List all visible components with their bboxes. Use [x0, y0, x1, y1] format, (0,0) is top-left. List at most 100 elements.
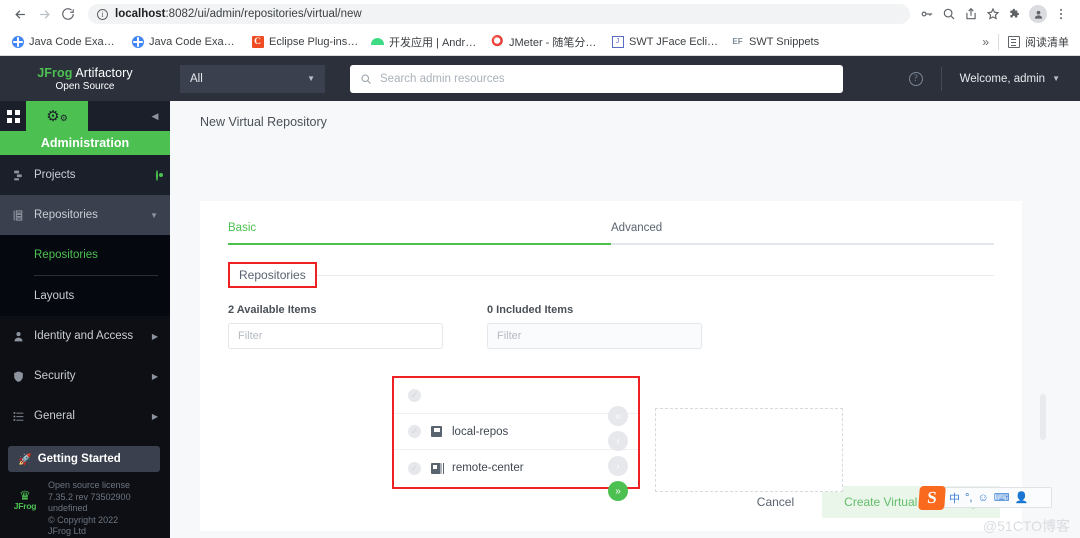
- sidebar-item-repositories[interactable]: Repositories ▼: [0, 195, 170, 235]
- ime-punctuation-button[interactable]: °,: [965, 492, 972, 504]
- chevron-right-icon: ▶: [151, 331, 158, 341]
- reload-icon[interactable]: [56, 2, 80, 26]
- extensions-puzzle-icon[interactable]: [1004, 3, 1026, 25]
- android-favicon: [371, 35, 384, 48]
- site-info-icon[interactable]: i: [97, 8, 108, 20]
- sidebar-subitem-repositories[interactable]: Repositories: [0, 235, 170, 275]
- chevron-right-icon: ▶: [151, 371, 158, 381]
- sidebar-subitem-layouts[interactable]: Layouts: [0, 276, 170, 316]
- admin-search-input[interactable]: Search admin resources: [350, 64, 843, 93]
- jfrog-logo-icon: ♛ JFrog: [13, 488, 37, 511]
- search-placeholder: Search admin resources: [380, 72, 505, 85]
- forward-arrow-icon[interactable]: [32, 2, 56, 26]
- available-filter-input[interactable]: Filter: [228, 323, 443, 349]
- divider: [998, 33, 999, 50]
- transfer-buttons: « ‹ › »: [608, 406, 628, 501]
- sidebar-item-label: Identity and Access: [34, 330, 134, 342]
- collapse-left-icon[interactable]: ◀: [140, 101, 170, 131]
- sidebar-item-label: Projects: [34, 169, 76, 181]
- zoom-search-icon[interactable]: [938, 3, 960, 25]
- key-icon[interactable]: [916, 3, 938, 25]
- list-item[interactable]: ✓ local-repos: [394, 414, 638, 450]
- profile-avatar-icon[interactable]: [1029, 5, 1047, 23]
- search-icon: [360, 73, 372, 85]
- chevron-down-icon: ▼: [1052, 74, 1060, 83]
- app-topbar: All ▼ Search admin resources ? Welcome, …: [170, 56, 1080, 101]
- user-icon: [12, 330, 34, 343]
- sidebar-item-identity-and-access[interactable]: Identity and Access ▶: [0, 316, 170, 356]
- move-all-left-button[interactable]: «: [608, 406, 628, 426]
- list-item[interactable]: ✓ remote-center: [394, 450, 638, 486]
- move-right-button[interactable]: ›: [608, 456, 628, 476]
- checkbox-circle-icon[interactable]: ✓: [408, 425, 421, 438]
- brand-title: JFrog Artifactory: [37, 65, 133, 80]
- swt-favicon: J: [611, 35, 624, 48]
- checkbox-circle-icon[interactable]: ✓: [408, 389, 421, 402]
- bookmark-star-icon[interactable]: [982, 3, 1004, 25]
- sidebar-item-general[interactable]: General ▶: [0, 396, 170, 436]
- sidebar: JFrog Artifactory Open Source ⚙⚙ ◀ Admin…: [0, 56, 170, 538]
- user-menu[interactable]: Welcome, admin ▼: [960, 73, 1060, 85]
- tab-administration[interactable]: ⚙⚙: [26, 101, 88, 131]
- gear-icon: ⚙⚙: [46, 107, 68, 125]
- tab-basic[interactable]: Basic: [228, 222, 611, 245]
- rocket-icon: 🚀: [18, 453, 32, 466]
- bookmark-item[interactable]: EF SWT Snippets: [726, 33, 824, 50]
- license-info: ♛ JFrog Open source license 7.35.2 rev 7…: [0, 476, 170, 538]
- bookmark-item[interactable]: Java Code Exampl...: [126, 33, 244, 50]
- ime-user-icon[interactable]: 👤: [1015, 491, 1029, 504]
- projects-icon: [12, 169, 34, 182]
- bookmarks-overflow-button[interactable]: »: [977, 35, 994, 49]
- scope-dropdown[interactable]: All ▼: [180, 64, 325, 93]
- browser-action-icons: [916, 3, 1072, 25]
- bookmark-item[interactable]: Java Code Exampl...: [6, 33, 124, 50]
- more-vertical-menu-icon[interactable]: [1050, 3, 1072, 25]
- sidebar-item-label: General: [34, 410, 75, 422]
- bookmark-item[interactable]: C Eclipse Plug-ins R...: [246, 33, 364, 50]
- available-items-list[interactable]: ✓ ✓ local-repos ✓ remote-center: [394, 378, 638, 487]
- repositories-icon: [12, 209, 34, 222]
- sogou-logo-icon[interactable]: S: [918, 486, 946, 510]
- content-area: All ▼ Search admin resources ? Welcome, …: [170, 56, 1080, 538]
- url-text: localhost:8082/ui/admin/repositories/vir…: [115, 8, 362, 20]
- list-item[interactable]: ✓: [394, 378, 638, 414]
- tab-advanced[interactable]: Advanced: [611, 222, 994, 245]
- available-count-label: 2 Available Items: [228, 304, 317, 316]
- divider: [316, 274, 994, 276]
- jmeter-favicon: ⭕: [491, 36, 504, 47]
- address-bar[interactable]: i localhost:8082/ui/admin/repositories/v…: [88, 4, 910, 24]
- welcome-label: Welcome, admin: [959, 72, 1046, 85]
- apps-grid-icon[interactable]: [0, 101, 26, 131]
- checkbox-circle-icon[interactable]: ✓: [408, 461, 421, 475]
- sidebar-item-projects[interactable]: Projects: [0, 155, 170, 195]
- move-all-right-button[interactable]: »: [608, 481, 628, 501]
- sidebar-item-security[interactable]: Security ▶: [0, 356, 170, 396]
- administration-banner: Administration: [0, 131, 170, 155]
- bookmark-item[interactable]: J SWT JFace Eclipse...: [606, 33, 724, 50]
- content-scrollbar[interactable]: [1040, 394, 1046, 440]
- help-question-icon[interactable]: ?: [908, 71, 923, 86]
- license-text: Open source license 7.35.2 rev 73502900 …: [48, 480, 131, 536]
- ime-language-mode-button[interactable]: 中: [949, 490, 960, 506]
- bookmark-item[interactable]: ⭕ JMeter - 随笔分类...: [486, 32, 604, 52]
- brand-logo[interactable]: JFrog Artifactory Open Source: [0, 56, 170, 101]
- list-settings-icon: [12, 410, 34, 423]
- section-title-repositories: Repositories: [228, 262, 317, 288]
- share-icon[interactable]: [960, 3, 982, 25]
- keyboard-icon[interactable]: ⌨: [994, 491, 1010, 504]
- getting-started-button[interactable]: 🚀 Getting Started: [8, 446, 160, 472]
- bookmarks-bar: Java Code Exampl... Java Code Exampl... …: [0, 28, 1080, 56]
- section-header: Repositories: [228, 262, 994, 288]
- included-filter-input[interactable]: Filter: [487, 323, 702, 349]
- included-count-label: 0 Included Items: [487, 304, 574, 316]
- back-arrow-icon[interactable]: [8, 2, 32, 26]
- bookmark-item[interactable]: 开发应用 | Androi...: [366, 32, 484, 52]
- browser-toolbar: i localhost:8082/ui/admin/repositories/v…: [0, 0, 1080, 28]
- move-left-button[interactable]: ‹: [608, 431, 628, 451]
- screen: i localhost:8082/ui/admin/repositories/v…: [0, 0, 1080, 538]
- letter-c-favicon: C: [251, 35, 264, 48]
- included-items-dropzone[interactable]: [655, 408, 843, 492]
- scope-value: All: [190, 72, 203, 85]
- reading-list-button[interactable]: 阅读清单: [1003, 32, 1074, 52]
- smiley-icon[interactable]: ☺: [977, 492, 988, 504]
